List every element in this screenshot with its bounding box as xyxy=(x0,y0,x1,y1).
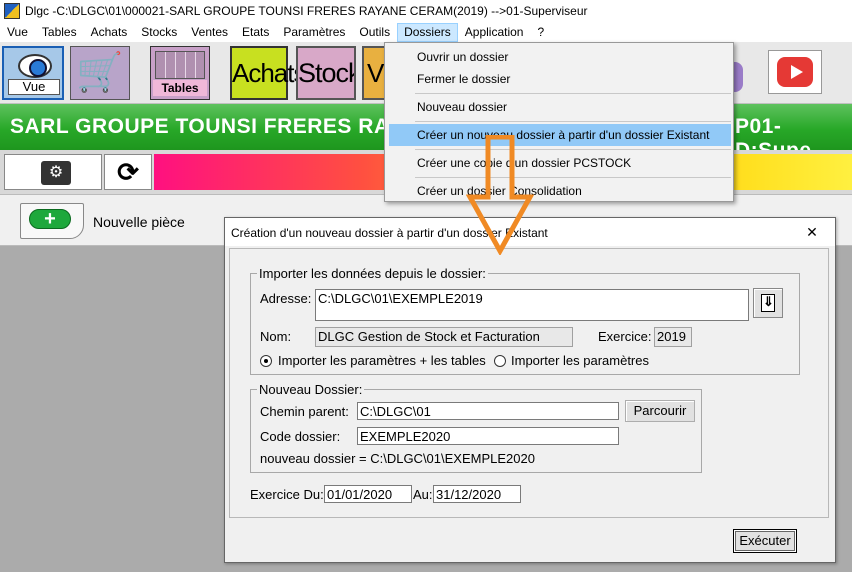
new-folder-path-preview: nouveau dossier = C:\DLGC\01\EXEMPLE2020 xyxy=(260,451,535,466)
nom-label: Nom: xyxy=(260,329,292,344)
dialog-content-panel: Importer les données depuis le dossier: … xyxy=(229,248,829,518)
tables-button-label: Tables xyxy=(153,80,207,96)
chemin-parent-label: Chemin parent: xyxy=(260,404,349,419)
exercice-field: 2019 xyxy=(654,327,692,347)
chemin-parent-input[interactable]: C:\DLGC\01 xyxy=(357,402,619,420)
close-icon[interactable]: ✕ xyxy=(797,222,827,242)
menu-help[interactable]: ? xyxy=(530,23,551,42)
dialog-titlebar: Création d'un nouveau dossier à partir d… xyxy=(225,218,835,246)
tables-button[interactable]: Tables xyxy=(150,46,210,100)
menu-separator xyxy=(415,93,731,94)
import-group-legend: Importer les données depuis le dossier: xyxy=(257,266,488,281)
new-folder-legend: Nouveau Dossier: xyxy=(257,382,365,397)
exercice-du-label: Exercice Du: xyxy=(250,487,324,502)
parcourir-button[interactable]: Parcourir xyxy=(625,400,695,422)
au-label: Au: xyxy=(413,487,433,502)
menu-parametres[interactable]: Paramètres xyxy=(276,23,352,42)
radio-params-tables[interactable] xyxy=(260,355,272,367)
browse-down-arrow-icon xyxy=(761,294,775,312)
menu-item-ouvrir-dossier[interactable]: Ouvrir un dossier xyxy=(389,46,731,68)
menu-dossiers[interactable]: Dossiers xyxy=(397,22,458,42)
stocks-button[interactable]: Stocks xyxy=(296,46,356,100)
dialog-title: Création d'un nouveau dossier à partir d… xyxy=(231,226,548,240)
play-video-icon xyxy=(777,57,813,87)
menu-item-copie-pcstock[interactable]: Créer une copie d'un dossier PCSTOCK xyxy=(389,152,731,174)
menu-item-nouveau-dossier[interactable]: Nouveau dossier xyxy=(389,96,731,118)
eye-icon xyxy=(18,54,52,78)
vue-button[interactable]: Vue xyxy=(2,46,64,100)
achats-button[interactable]: Achats xyxy=(230,46,307,100)
menu-item-fermer-dossier[interactable]: Fermer le dossier xyxy=(389,68,731,90)
menu-separator xyxy=(415,177,731,178)
adresse-input[interactable]: C:\DLGC\01\EXEMPLE2019 xyxy=(315,289,749,321)
vue-button-label: Vue xyxy=(8,79,60,95)
menu-stocks[interactable]: Stocks xyxy=(134,23,184,42)
menu-achats[interactable]: Achats xyxy=(84,23,135,42)
radio-params-only[interactable] xyxy=(494,355,506,367)
adresse-label: Adresse: xyxy=(260,291,312,306)
menu-tables[interactable]: Tables xyxy=(35,23,84,42)
au-input[interactable]: 31/12/2020 xyxy=(433,485,521,503)
video-button[interactable] xyxy=(768,50,822,94)
exercice-du-input[interactable]: 01/01/2020 xyxy=(324,485,412,503)
radio-params-tables-label[interactable]: Importer les paramètres + les tables xyxy=(278,353,486,368)
menu-application[interactable]: Application xyxy=(458,23,531,42)
banner-company-name: SARL GROUPE TOUNSI FRERES RAY xyxy=(10,115,403,138)
code-dossier-label: Code dossier: xyxy=(260,429,341,444)
exercice-label: Exercice: xyxy=(598,329,652,344)
window-titlebar: Dlgc -C:\DLGC\01\000021-SARL GROUPE TOUN… xyxy=(0,0,852,22)
shopping-cart-icon: 🛒 xyxy=(76,52,124,94)
menu-item-consolidation[interactable]: Créer un dossier Consolidation xyxy=(389,180,731,202)
refresh-button[interactable]: ⟳ xyxy=(104,154,152,190)
table-grid-icon xyxy=(155,51,205,79)
add-piece-label: Nouvelle pièce xyxy=(93,214,185,230)
new-folder-group: Nouveau Dossier: Chemin parent: C:\DLGC\… xyxy=(250,382,702,473)
work-area xyxy=(4,248,226,572)
menu-vue[interactable]: Vue xyxy=(0,23,35,42)
dossiers-dropdown-menu: Ouvrir un dossier Fermer le dossier Nouv… xyxy=(384,42,734,202)
create-folder-dialog: Création d'un nouveau dossier à partir d… xyxy=(224,217,836,563)
menu-etats[interactable]: Etats xyxy=(235,23,276,42)
executer-button[interactable]: Exécuter xyxy=(733,529,797,553)
cart-button[interactable]: 🛒 xyxy=(70,46,130,100)
code-dossier-input[interactable]: EXEMPLE2020 xyxy=(357,427,619,445)
browse-adresse-button[interactable] xyxy=(753,288,783,318)
settings-button[interactable]: ⚙ xyxy=(4,154,102,190)
radio-params-only-label[interactable]: Importer les paramètres xyxy=(511,353,649,368)
window-title: Dlgc -C:\DLGC\01\000021-SARL GROUPE TOUN… xyxy=(25,4,588,18)
nom-field: DLGC Gestion de Stock et Facturation xyxy=(315,327,573,347)
menu-separator xyxy=(415,149,731,150)
menu-ventes[interactable]: Ventes xyxy=(184,23,235,42)
hidden-toolbar-button[interactable] xyxy=(733,62,743,92)
menubar: Vue Tables Achats Stocks Ventes Etats Pa… xyxy=(0,22,852,42)
app-icon xyxy=(4,3,20,19)
plus-icon: + xyxy=(29,209,71,229)
add-piece-button[interactable]: + xyxy=(20,203,84,239)
gear-icon: ⚙ xyxy=(41,161,71,185)
import-source-group: Importer les données depuis le dossier: … xyxy=(250,266,800,375)
menu-item-creer-depuis-existant[interactable]: Créer un nouveau dossier à partir d'un d… xyxy=(389,124,731,146)
menu-separator xyxy=(415,121,731,122)
refresh-icon: ⟳ xyxy=(117,157,139,187)
menu-outils[interactable]: Outils xyxy=(352,23,397,42)
